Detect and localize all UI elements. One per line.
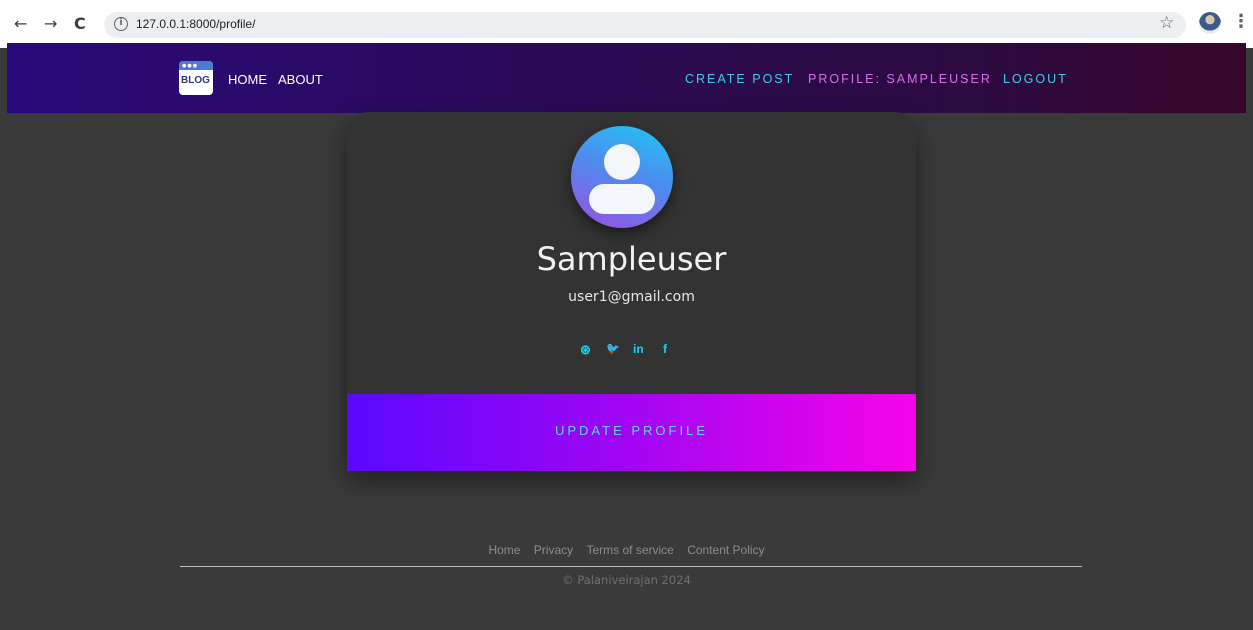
update-profile-label: UPDATE PROFILE — [554, 423, 708, 438]
facebook-icon[interactable]: f — [663, 342, 667, 356]
nav-logout-link[interactable]: LOGOUT — [1003, 72, 1068, 86]
footer-terms-link[interactable]: Terms of service — [586, 543, 673, 557]
profile-username: Sampleuser — [536, 240, 727, 278]
footer-copyright: © Palaniveirajan 2024 — [562, 573, 691, 587]
bookmark-star-icon[interactable]: ☆ — [1159, 13, 1174, 33]
nav-about-link[interactable]: ABOUT — [278, 72, 323, 87]
profile-card: Sampleuser user1@gmail.com ⊛ 🐦 in f UPDA… — [347, 112, 916, 471]
profile-email: user1@gmail.com — [568, 289, 695, 305]
back-button[interactable]: ← — [14, 14, 27, 34]
account-avatar-icon[interactable] — [1199, 12, 1221, 34]
nav-create-post-link[interactable]: CREATE POST — [685, 72, 794, 86]
site-info-icon[interactable]: i — [114, 17, 128, 31]
avatar-body — [589, 184, 655, 214]
linkedin-icon[interactable]: in — [633, 342, 644, 356]
twitter-icon[interactable]: 🐦 — [606, 342, 620, 355]
logo-window-dots: ●●● — [182, 63, 199, 69]
address-bar[interactable]: i 127.0.0.1:8000/profile/ — [104, 12, 1186, 38]
site-navbar: ●●● BLOG HOME ABOUT CREATE POST PROFILE:… — [7, 43, 1246, 113]
update-profile-button[interactable]: UPDATE PROFILE — [347, 394, 916, 471]
footer-content-policy-link[interactable]: Content Policy — [687, 543, 764, 557]
blog-logo[interactable]: ●●● BLOG — [179, 61, 213, 95]
browser-toolbar: ← → C i 127.0.0.1:8000/profile/ ☆ ⋮ — [0, 0, 1253, 48]
user-avatar-icon — [571, 126, 673, 228]
social-links: ⊛ 🐦 in f — [580, 342, 684, 358]
browser-menu-icon[interactable]: ⋮ — [1232, 11, 1250, 32]
footer-divider — [180, 566, 1082, 567]
footer-home-link[interactable]: Home — [488, 543, 520, 557]
nav-home-link[interactable]: HOME — [228, 72, 267, 87]
forward-button[interactable]: → — [44, 14, 57, 34]
address-url[interactable]: 127.0.0.1:8000/profile/ — [136, 17, 255, 31]
reload-button[interactable]: C — [74, 14, 86, 34]
dribbble-icon[interactable]: ⊛ — [580, 342, 591, 358]
footer-privacy-link[interactable]: Privacy — [534, 543, 573, 557]
avatar-head — [604, 144, 640, 180]
footer-nav: Home Privacy Terms of service Content Po… — [0, 543, 1253, 557]
logo-text: BLOG — [181, 75, 210, 86]
nav-profile-link[interactable]: PROFILE: SAMPLEUSER — [808, 72, 992, 86]
